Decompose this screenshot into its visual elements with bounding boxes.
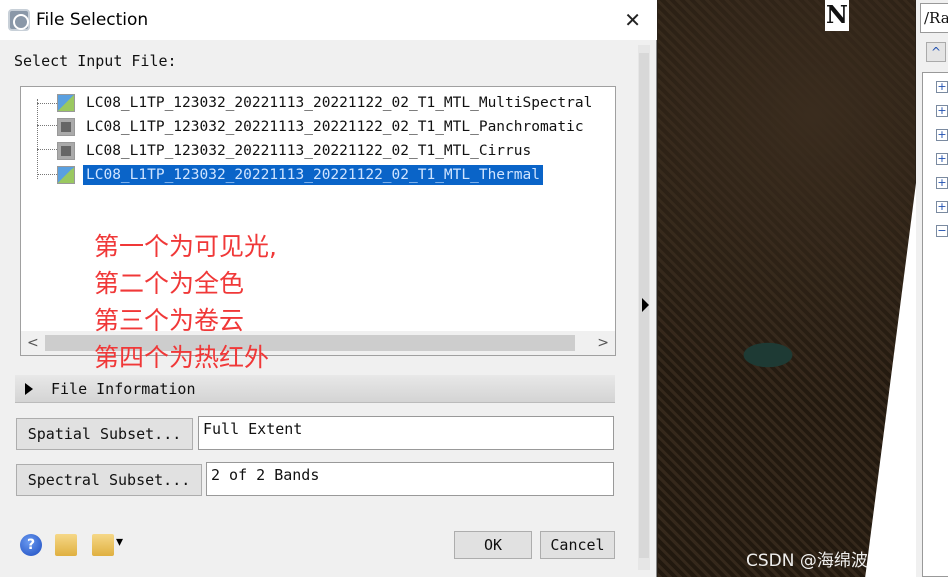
app-icon xyxy=(8,9,30,31)
select-input-label: Select Input File: xyxy=(14,52,177,70)
file-information-label: File Information xyxy=(51,379,196,398)
file-item[interactable]: LC08_L1TP_123032_20221113_20221122_02_T1… xyxy=(57,93,595,113)
color-raster-icon xyxy=(57,166,75,184)
file-item[interactable]: LC08_L1TP_123032_20221113_20221122_02_T1… xyxy=(57,141,534,161)
ok-button[interactable]: OK xyxy=(454,531,532,559)
help-icon[interactable]: ? xyxy=(20,534,42,556)
recent-files-icon[interactable] xyxy=(92,534,123,556)
gray-raster-icon xyxy=(57,142,75,160)
dialog-title: File Selection xyxy=(36,10,149,30)
expand-icon[interactable]: + xyxy=(936,129,948,141)
spatial-subset-field: Full Extent xyxy=(198,416,614,450)
file-item-selected[interactable]: LC08_L1TP_123032_20221113_20221122_02_T1… xyxy=(57,165,543,185)
annotation-line: 第二个为全色 xyxy=(94,269,245,298)
annotation-line: 第一个为可见光, xyxy=(94,232,277,261)
spectral-subset-button[interactable]: Spectral Subset... xyxy=(16,464,202,496)
file-information-toggle[interactable]: File Information xyxy=(15,375,615,403)
file-name: LC08_L1TP_123032_20221113_20221122_02_T1… xyxy=(86,143,532,159)
up-button[interactable]: ^ xyxy=(926,42,946,62)
north-arrow: N xyxy=(825,0,849,31)
layer-tree: + + + + + + − xyxy=(922,72,948,577)
file-selection-dialog: File Selection ✕ Select Input File: LC08… xyxy=(0,0,657,577)
title-bar: File Selection ✕ xyxy=(0,0,657,40)
watermark: CSDN @海绵波波107 xyxy=(746,551,918,571)
spatial-subset-button[interactable]: Spatial Subset... xyxy=(16,418,193,450)
triangle-right-icon xyxy=(25,382,33,395)
spectral-subset-field: 2 of 2 Bands xyxy=(206,462,614,496)
collapse-icon[interactable]: − xyxy=(936,225,948,237)
expand-icon[interactable]: + xyxy=(936,81,948,93)
file-name: LC08_L1TP_123032_20221113_20221122_02_T1… xyxy=(86,119,584,135)
tree-line xyxy=(37,99,38,179)
scroll-right-arrow[interactable]: > xyxy=(597,335,609,351)
layer-path-field[interactable]: /Ra xyxy=(920,3,948,33)
expand-icon[interactable]: + xyxy=(936,201,948,213)
open-folder-icon[interactable] xyxy=(55,534,77,556)
cancel-button[interactable]: Cancel xyxy=(540,531,615,559)
annotation-line: 第三个为卷云 xyxy=(94,306,245,335)
annotation-line: 第四个为热红外 xyxy=(94,343,270,372)
expand-icon[interactable]: + xyxy=(936,177,948,189)
scroll-left-arrow[interactable]: < xyxy=(27,335,39,351)
gray-raster-icon xyxy=(57,118,75,136)
file-name: LC08_L1TP_123032_20221113_20221122_02_T1… xyxy=(86,95,593,111)
right-panel: /Ra ^ + + + + + + − xyxy=(916,0,948,577)
expand-arrow-icon[interactable] xyxy=(642,298,649,312)
color-raster-icon xyxy=(57,94,75,112)
annotation-text: 第一个为可见光, 第二个为全色 第三个为卷云 第四个为热红外 xyxy=(94,228,277,376)
file-item[interactable]: LC08_L1TP_123032_20221113_20221122_02_T1… xyxy=(57,117,587,137)
close-button[interactable]: ✕ xyxy=(624,8,641,32)
file-name: LC08_L1TP_123032_20221113_20221122_02_T1… xyxy=(83,165,543,185)
expand-icon[interactable]: + xyxy=(936,153,948,165)
expand-icon[interactable]: + xyxy=(936,105,948,117)
